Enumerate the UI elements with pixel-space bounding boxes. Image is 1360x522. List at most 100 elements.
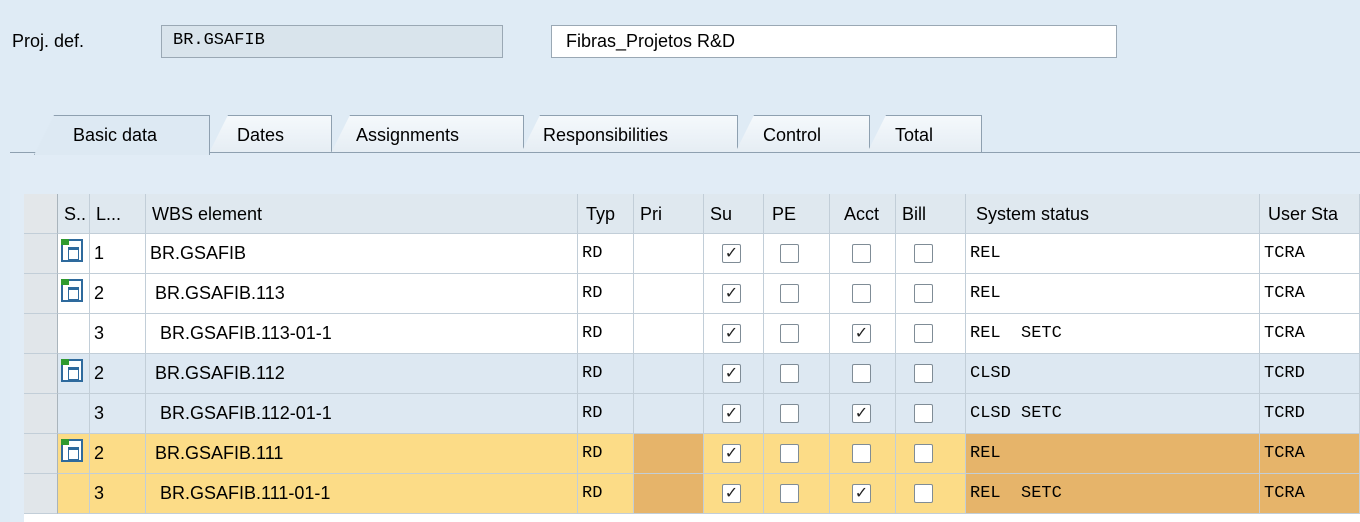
wbs-hierarchy-icon[interactable]	[61, 439, 83, 462]
level-cell[interactable]: 3	[90, 394, 146, 434]
user-status-cell[interactable]: TCRA	[1260, 234, 1360, 274]
tab-assignments[interactable]: Assignments	[330, 115, 524, 155]
wbs-element-cell[interactable]: BR.GSAFIB.112-01-1	[146, 394, 578, 434]
summary-checkbox[interactable]: ✓	[722, 444, 741, 463]
type-cell[interactable]: RD	[578, 234, 634, 274]
proj-def-field[interactable]: BR.GSAFIB	[161, 25, 503, 58]
col-header-account[interactable]: Acct	[830, 194, 896, 234]
wbs-hierarchy-icon[interactable]	[61, 239, 83, 262]
type-cell[interactable]: RD	[578, 434, 634, 474]
plan-element-checkbox[interactable]	[780, 284, 799, 303]
wbs-hierarchy-icon[interactable]	[61, 279, 83, 302]
col-header-system-status[interactable]: System status	[966, 194, 1260, 234]
plan-element-checkbox[interactable]	[780, 444, 799, 463]
plan-element-checkbox[interactable]	[780, 324, 799, 343]
account-checkbox[interactable]: ✓	[852, 324, 871, 343]
system-status-cell[interactable]: REL SETC	[966, 314, 1260, 354]
system-status-cell[interactable]: CLSD SETC	[966, 394, 1260, 434]
level-cell[interactable]: 2	[90, 354, 146, 394]
row-selector[interactable]	[24, 394, 58, 434]
col-header-level[interactable]: L...	[90, 194, 146, 234]
level-cell[interactable]: 3	[90, 314, 146, 354]
wbs-hierarchy-icon[interactable]	[61, 359, 83, 382]
col-header-plan-element[interactable]: PE	[764, 194, 830, 234]
col-header-wbs-element[interactable]: WBS element	[146, 194, 578, 234]
user-status-cell[interactable]: TCRD	[1260, 354, 1360, 394]
type-cell[interactable]: RD	[578, 274, 634, 314]
tab-responsibilities[interactable]: Responsibilities	[520, 115, 738, 155]
table-row[interactable]: 3 BR.GSAFIB.113-01-1 RD ✓ ✓ REL SETC TCRA	[24, 314, 1360, 354]
wbs-element-cell[interactable]: BR.GSAFIB.113-01-1	[146, 314, 578, 354]
priority-cell[interactable]	[634, 314, 704, 354]
priority-cell[interactable]	[634, 354, 704, 394]
priority-cell[interactable]	[634, 394, 704, 434]
priority-cell[interactable]	[634, 474, 704, 514]
user-status-cell[interactable]: TCRA	[1260, 314, 1360, 354]
row-selector[interactable]	[24, 234, 58, 274]
plan-element-checkbox[interactable]	[780, 404, 799, 423]
plan-element-checkbox[interactable]	[780, 244, 799, 263]
account-checkbox[interactable]	[852, 244, 871, 263]
wbs-element-cell[interactable]: BR.GSAFIB.113	[146, 274, 578, 314]
billing-checkbox[interactable]	[914, 444, 933, 463]
proj-description-field[interactable]: Fibras_Projetos R&D	[551, 25, 1117, 58]
billing-checkbox[interactable]	[914, 404, 933, 423]
system-status-cell[interactable]: CLSD	[966, 354, 1260, 394]
billing-checkbox[interactable]	[914, 364, 933, 383]
system-status-cell[interactable]: REL	[966, 234, 1260, 274]
type-cell[interactable]: RD	[578, 474, 634, 514]
billing-checkbox[interactable]	[914, 484, 933, 503]
summary-checkbox[interactable]: ✓	[722, 284, 741, 303]
col-header-billing[interactable]: Bill	[896, 194, 966, 234]
row-selector[interactable]	[24, 314, 58, 354]
billing-checkbox[interactable]	[914, 324, 933, 343]
type-cell[interactable]: RD	[578, 394, 634, 434]
summary-checkbox[interactable]: ✓	[722, 364, 741, 383]
summary-checkbox[interactable]: ✓	[722, 404, 741, 423]
level-cell[interactable]: 3	[90, 474, 146, 514]
tab-total[interactable]: Total	[866, 115, 982, 155]
system-status-cell[interactable]: REL SETC	[966, 474, 1260, 514]
type-cell[interactable]: RD	[578, 354, 634, 394]
col-header-type[interactable]: Typ	[578, 194, 634, 234]
account-checkbox[interactable]	[852, 364, 871, 383]
priority-cell[interactable]	[634, 234, 704, 274]
system-status-cell[interactable]: REL	[966, 274, 1260, 314]
priority-cell[interactable]	[634, 434, 704, 474]
account-checkbox[interactable]: ✓	[852, 484, 871, 503]
user-status-cell[interactable]: TCRD	[1260, 394, 1360, 434]
table-row[interactable]: 2 BR.GSAFIB.113 RD ✓ REL TCRA	[24, 274, 1360, 314]
row-selector[interactable]	[24, 354, 58, 394]
account-checkbox[interactable]	[852, 284, 871, 303]
table-row[interactable]: 3 BR.GSAFIB.111-01-1 RD ✓ ✓ REL SETC TCRA	[24, 474, 1360, 514]
tab-basic-data[interactable]: Basic data	[34, 115, 210, 155]
row-selector[interactable]	[24, 274, 58, 314]
user-status-cell[interactable]: TCRA	[1260, 474, 1360, 514]
account-checkbox[interactable]: ✓	[852, 404, 871, 423]
billing-checkbox[interactable]	[914, 284, 933, 303]
tab-control[interactable]: Control	[734, 115, 870, 155]
summary-checkbox[interactable]: ✓	[722, 244, 741, 263]
table-row[interactable]: 2 BR.GSAFIB.111 RD ✓ REL TCRA	[24, 434, 1360, 474]
row-selector[interactable]	[24, 434, 58, 474]
level-cell[interactable]: 2	[90, 434, 146, 474]
billing-checkbox[interactable]	[914, 244, 933, 263]
plan-element-checkbox[interactable]	[780, 364, 799, 383]
table-row[interactable]: 2 BR.GSAFIB.112 RD ✓ CLSD TCRD	[24, 354, 1360, 394]
table-row[interactable]: 3 BR.GSAFIB.112-01-1 RD ✓ ✓ CLSD SETC TCRD	[24, 394, 1360, 434]
col-header-priority[interactable]: Pri	[634, 194, 704, 234]
level-cell[interactable]: 2	[90, 274, 146, 314]
system-status-cell[interactable]: REL	[966, 434, 1260, 474]
level-cell[interactable]: 1	[90, 234, 146, 274]
col-header-user-status[interactable]: User Sta	[1260, 194, 1360, 234]
user-status-cell[interactable]: TCRA	[1260, 434, 1360, 474]
select-all-handle[interactable]	[24, 194, 58, 234]
row-selector[interactable]	[24, 474, 58, 514]
priority-cell[interactable]	[634, 274, 704, 314]
plan-element-checkbox[interactable]	[780, 484, 799, 503]
summary-checkbox[interactable]: ✓	[722, 324, 741, 343]
table-row[interactable]: 1 BR.GSAFIB RD ✓ REL TCRA	[24, 234, 1360, 274]
type-cell[interactable]: RD	[578, 314, 634, 354]
wbs-element-cell[interactable]: BR.GSAFIB.111-01-1	[146, 474, 578, 514]
summary-checkbox[interactable]: ✓	[722, 484, 741, 503]
